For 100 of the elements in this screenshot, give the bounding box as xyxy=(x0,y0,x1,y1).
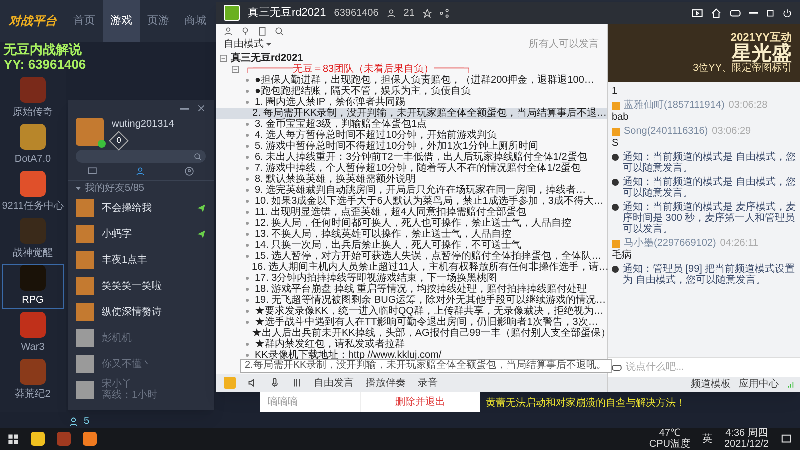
bullet-icon xyxy=(246,90,249,93)
game-icon xyxy=(20,218,46,244)
bullet-icon xyxy=(246,189,249,192)
channel-notice-row[interactable]: KK录像机下载地址：http //www.kkluj.com/ xyxy=(216,350,607,361)
delete-exit-button[interactable]: 删除并退出 xyxy=(360,392,480,412)
close-icon xyxy=(197,104,206,113)
channel-notice-row[interactable]: 5. 游戏中暂停总时间不得超过10分钟，外加1次1分钟上厕所时间 xyxy=(216,141,607,152)
game-item[interactable]: 战神觉醒 xyxy=(2,217,64,262)
send-icon[interactable] xyxy=(197,204,206,212)
bullet-icon xyxy=(246,167,249,170)
send-icon[interactable] xyxy=(197,230,206,238)
bullet-icon xyxy=(246,321,249,324)
game-item[interactable]: War3 xyxy=(2,311,64,356)
channel-label: 13. 不换人局，掉线英雄可以操作，禁止送士气，人品自控 xyxy=(255,229,512,240)
input-method[interactable]: 英 xyxy=(702,432,712,446)
channel-notice-row[interactable]: ●跑包跑把结账，隔天不管，娱乐为主，负债自负 xyxy=(216,86,607,97)
friend-item[interactable]: 小蚂字 xyxy=(68,221,214,247)
channel-notice-row[interactable]: 9. 选完英雄裁判自动跳房间，开局后只允许在场玩家在同一房间，掉线者… xyxy=(216,185,607,196)
channel-logo-icon xyxy=(224,5,240,21)
game-icon xyxy=(20,124,46,150)
friend-group-header[interactable]: 我的好友5/85 xyxy=(68,181,214,195)
channel-notice-row[interactable]: 7. 游戏中掉线，个人暂停超10分钟，随着等人不在的情况赔付全体1/2蛋包 xyxy=(216,163,607,174)
bullet-icon xyxy=(246,354,249,357)
cpu-temperature-label: CPU温度 xyxy=(649,439,690,450)
channel-label: 11. 出现明显选错，点歪英雄，超4人同意扣掉需赔付全部蛋包 xyxy=(255,207,526,218)
channel-label: 14. 只换一次局，出兵后禁止换人，死人可操作，不可送士气 xyxy=(255,240,522,251)
windows-start-icon[interactable] xyxy=(8,434,19,444)
bullet-icon xyxy=(246,255,249,258)
system-notice: 通知：当前频道的模式是 自由模式，您可以随意发言。 xyxy=(623,177,796,199)
channel-notice-row[interactable]: 4. 选人每方暂停总时间不超过10分钟，开始前游戏判负 xyxy=(216,130,607,141)
friend-item[interactable]: 丰夜1点丰 xyxy=(68,247,214,273)
game-item[interactable]: 莽荒纪2 xyxy=(2,358,64,403)
channel-label: 4. 选人每方暂停总时间不超过10分钟，开始前游戏判负 xyxy=(255,130,498,141)
game-item[interactable]: RPG xyxy=(2,264,64,309)
friend-item[interactable]: 纵使深情赘诗 xyxy=(68,299,214,325)
bullet-icon xyxy=(246,79,249,82)
maximize-icon xyxy=(766,8,775,18)
voice-tool-button[interactable]: 自由发言 xyxy=(314,376,354,390)
bullet-icon xyxy=(246,123,249,126)
person-icon xyxy=(136,167,146,176)
username: wuting201314 xyxy=(112,118,174,132)
channel-notice-row[interactable]: 12. 换人局，任何时间都可换人，死人也可操作，禁止送士气，人品自控 xyxy=(216,218,607,229)
friend-name: 宋小丫 xyxy=(102,379,133,390)
channel-label: ★群内禁发红包，请私发或者拉群 xyxy=(255,339,405,350)
voice-tool-button[interactable]: 播放伴奏 xyxy=(366,376,406,390)
star-icon xyxy=(422,8,432,18)
bullet-icon xyxy=(246,200,249,203)
person-icon xyxy=(386,8,396,18)
friend-name: 不会操给我 xyxy=(102,202,153,214)
online-count: 5 xyxy=(84,415,90,429)
dialog-item: 嘀嘀嘀 xyxy=(267,396,299,410)
nav-tab[interactable]: 首页 xyxy=(66,0,103,42)
channel-tree-row[interactable]: 真三无豆rd2021 xyxy=(216,53,607,64)
caret-icon xyxy=(76,186,81,190)
system-notice: 通知：当前频道的模式是 麦序模式，麦序时间是 300 秒，麦序第一人和管理员可以发言。 xyxy=(623,202,796,235)
channel-tree-row[interactable]: ┍━━━━无豆＝83团队（未看后果自负）━━━┑ xyxy=(216,64,607,75)
bullet-icon xyxy=(246,244,249,247)
channel-notice-row[interactable]: ★群内禁发红包，请私发或者拉群 xyxy=(216,339,607,350)
search-field[interactable] xyxy=(76,150,206,163)
channel-notice-row[interactable]: 1. 圈内选人禁IP，禁你弹者共同踢 xyxy=(216,97,607,108)
channel-notice-row[interactable]: 13. 不换人局，掉线英雄可以操作，禁止送士气，人品自控 xyxy=(216,229,607,240)
channel-notice-row[interactable]: 3. 金币宝宝超3级，判输赔全体蛋包1点 xyxy=(216,119,607,130)
voice-tool-button[interactable]: 录音 xyxy=(418,376,438,390)
channel-notice-row[interactable]: 14. 只换一次局，出兵后禁止换人，死人可操作，不可送士气 xyxy=(216,240,607,251)
nav-tab[interactable]: 商城 xyxy=(177,0,214,42)
game-item[interactable]: DotA7.0 xyxy=(2,123,64,168)
bullet-icon xyxy=(246,211,249,214)
friend-name: 笑笑笑一笑啦 xyxy=(102,280,163,292)
banner-subtitle: 3位YY、限定帝图标引 xyxy=(693,64,792,74)
channel-notice-row[interactable]: 17. 3分钟内拍摔掉线等即视游戏结束，下一场换黑桃图 xyxy=(216,273,607,284)
microphone-icon xyxy=(270,378,280,388)
channel-notice-row[interactable]: 11. 出现明显选错，点歪英雄，超4人同意扣掉需赔付全部蛋包 xyxy=(216,207,607,218)
collapse-icon[interactable] xyxy=(220,55,227,62)
mode-dropdown[interactable]: 自由模式 xyxy=(224,37,272,52)
avatar xyxy=(76,118,104,146)
friend-item[interactable]: 笑笑笑一笑啦 xyxy=(68,273,214,299)
bullet-icon xyxy=(246,222,249,225)
bullet-icon xyxy=(246,101,249,104)
friend-name: 纵使深情赘诗 xyxy=(102,306,163,318)
footer-button[interactable]: 应用中心 xyxy=(739,377,779,392)
channel-id: 63961406 xyxy=(334,6,379,20)
chat-message: 毛病 xyxy=(612,250,633,261)
nav-tab[interactable]: 页游 xyxy=(140,0,177,42)
chat-sender: Song(2401116316) xyxy=(624,126,708,137)
taskbar-app-icon[interactable] xyxy=(31,432,45,446)
game-item[interactable]: 原始传奇 xyxy=(2,76,64,121)
taskbar-app-icon[interactable] xyxy=(83,432,97,446)
channel-notice-row[interactable]: 8. 默认禁换英雄，换英雄需额外说明 xyxy=(216,174,607,185)
channel-label: 3. 金币宝宝超3级，判输赔全体蛋包1点 xyxy=(255,119,428,130)
banner-headline: 星光盛 xyxy=(732,44,792,64)
footer-button[interactable]: 频道模板 xyxy=(691,377,731,392)
people-icon xyxy=(70,416,80,426)
game-item[interactable]: 9211任务中心 xyxy=(2,170,64,215)
collapse-icon[interactable] xyxy=(232,66,239,73)
chat-message: S xyxy=(612,138,620,149)
bullet-icon xyxy=(246,277,249,280)
channel-label: 真三无豆rd2021 xyxy=(231,53,304,64)
nav-tab[interactable]: 游戏 xyxy=(103,0,140,42)
chat-time: 03:06:28 xyxy=(728,100,768,111)
friend-item[interactable]: 不会操给我 xyxy=(68,195,214,221)
